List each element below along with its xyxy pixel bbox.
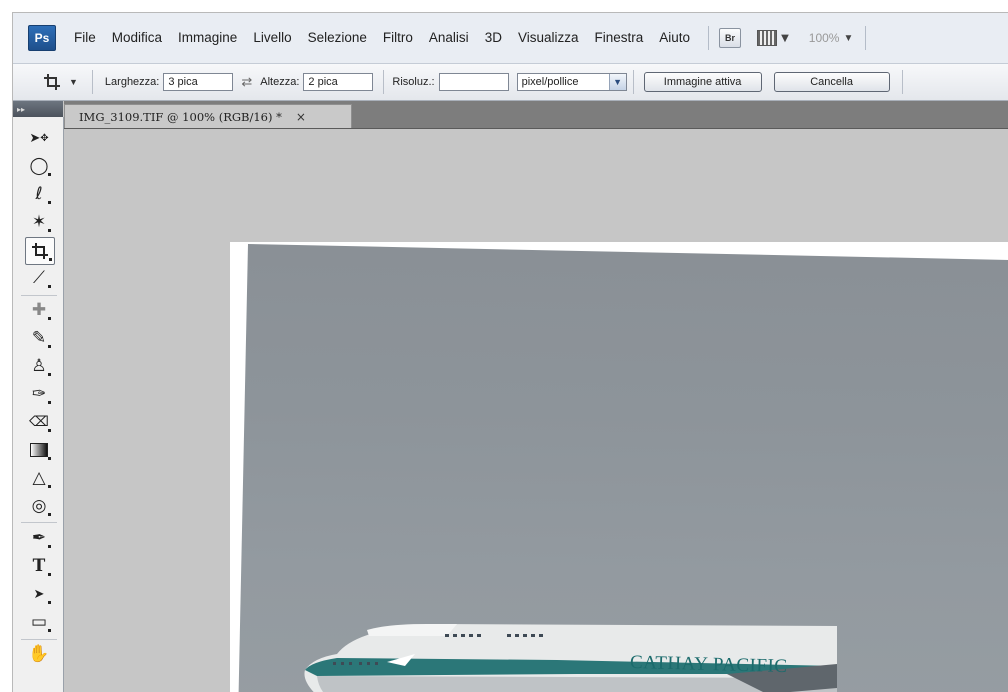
crop-tool-icon[interactable] xyxy=(25,237,55,265)
width-input[interactable]: 3 pica xyxy=(163,73,234,91)
height-input[interactable]: 2 pica xyxy=(303,73,374,91)
width-label: Larghezza: xyxy=(104,76,160,88)
tool-separator xyxy=(21,639,57,640)
front-image-button[interactable]: Immagine attiva xyxy=(643,72,762,92)
healing-glyph: ✚ xyxy=(31,300,47,320)
move-tool-icon[interactable]: ➤ ✥ xyxy=(25,125,53,151)
crop-tool-preset-icon[interactable] xyxy=(41,71,63,93)
photoshop-logo: Ps xyxy=(28,25,56,51)
chevron-down-icon: ▼ xyxy=(781,32,789,44)
eyedropper-tool-icon[interactable]: ⟋ xyxy=(25,265,53,291)
menu-3d[interactable]: 3D xyxy=(477,28,510,48)
resolution-units-value: pixel/pollice xyxy=(521,76,579,88)
dodge-glyph: ◎ xyxy=(31,496,47,516)
dodge-tool-icon[interactable]: ◎ xyxy=(25,493,53,519)
pen-tool-icon[interactable]: ✒ xyxy=(25,525,53,551)
menu-bar: Ps File Modifica Immagine Livello Selezi… xyxy=(13,13,1008,64)
lasso-glyph: ℓ xyxy=(35,184,43,204)
menu-selezione[interactable]: Selezione xyxy=(300,28,375,48)
airline-livery-text: CATHAY PACIFIC xyxy=(629,651,788,678)
menu-items: File Modifica Immagine Livello Selezione… xyxy=(66,28,698,48)
menu-aiuto[interactable]: Aiuto xyxy=(651,28,698,48)
menu-livello[interactable]: Livello xyxy=(245,28,299,48)
zoom-value: 100% xyxy=(808,31,840,45)
swap-dimensions-icon[interactable]: ⇄ xyxy=(241,74,252,90)
options-separator xyxy=(901,70,903,94)
blur-tool-icon[interactable]: △ xyxy=(25,465,53,491)
menu-visualizza[interactable]: Visualizza xyxy=(510,28,587,48)
chevron-down-icon[interactable]: ▼ xyxy=(69,77,78,87)
hand-tool-icon[interactable]: ✋ xyxy=(25,641,53,667)
path-selection-tool-icon[interactable]: ➤ xyxy=(25,581,53,607)
height-label: Altezza: xyxy=(260,76,300,88)
path-selection-glyph: ➤ xyxy=(33,586,45,602)
marquee-glyph: ◯ xyxy=(29,156,49,176)
brush-glyph: ✎ xyxy=(31,328,47,348)
tool-separator xyxy=(21,522,57,523)
marquee-tool-icon[interactable]: ◯ xyxy=(25,153,53,179)
document-tab-strip: IMG_3109.TIF @ 100% (RGB/16) * × xyxy=(64,101,1008,129)
screen-mode-icon xyxy=(757,30,778,46)
brush-tool-icon[interactable]: ✎ xyxy=(25,325,53,351)
magic-wand-tool-icon[interactable]: ✶ xyxy=(25,209,53,235)
document-canvas[interactable]: CATHAY PACIFIC xyxy=(64,129,1008,692)
type-glyph: T xyxy=(32,556,46,576)
hand-glyph: ✋ xyxy=(28,644,50,664)
options-separator xyxy=(91,70,93,94)
gradient-glyph xyxy=(30,443,48,457)
eraser-glyph: ⌫ xyxy=(29,414,49,430)
move-glyph: ➤ xyxy=(29,130,41,146)
healing-brush-tool-icon[interactable]: ✚ xyxy=(25,297,53,323)
type-tool-icon[interactable]: T xyxy=(25,553,53,579)
clear-button[interactable]: Cancella xyxy=(773,72,890,92)
photoshop-window: Ps File Modifica Immagine Livello Selezi… xyxy=(12,12,1008,692)
shape-glyph: ▭ xyxy=(30,612,48,632)
options-bar: ▼ Larghezza: 3 pica ⇄ Altezza: 2 pica Ri… xyxy=(13,64,1008,101)
zoom-dropdown[interactable]: 100% ▼ xyxy=(809,31,854,45)
menu-analisi[interactable]: Analisi xyxy=(421,28,477,48)
menu-finestra[interactable]: Finestra xyxy=(587,28,652,48)
magic-wand-glyph: ✶ xyxy=(31,212,47,232)
options-separator xyxy=(632,70,634,94)
close-icon[interactable]: × xyxy=(296,110,306,124)
history-brush-tool-icon[interactable]: ✑ xyxy=(25,381,53,407)
pen-glyph: ✒ xyxy=(31,528,47,548)
history-brush-glyph: ✑ xyxy=(31,384,47,404)
document-tab-title: IMG_3109.TIF @ 100% (RGB/16) * xyxy=(79,109,282,124)
gradient-tool-icon[interactable] xyxy=(25,437,53,463)
bridge-button[interactable]: Br xyxy=(719,28,742,48)
shape-tool-icon[interactable]: ▭ xyxy=(25,609,53,635)
crop-glyph xyxy=(32,243,48,259)
resolution-label: Risoluz.: xyxy=(392,76,435,88)
lasso-tool-icon[interactable]: ℓ xyxy=(25,181,53,207)
eraser-tool-icon[interactable]: ⌫ xyxy=(25,409,53,435)
options-separator xyxy=(383,70,385,94)
menu-file[interactable]: File xyxy=(66,28,104,48)
clone-stamp-tool-icon[interactable]: ♙ xyxy=(25,353,53,379)
toolbox-collapse-bar[interactable]: ▸▸ xyxy=(13,101,63,117)
tool-separator xyxy=(21,295,57,296)
toolbox: ➤ ✥ ◯ ℓ ✶ ⟋ ✚ ✎ ♙ ✑ ⌫ △ ◎ ✒ T ➤ ▭ ✋ xyxy=(13,117,64,692)
menu-immagine[interactable]: Immagine xyxy=(170,28,245,48)
airplane-image xyxy=(304,624,837,692)
menu-filtro[interactable]: Filtro xyxy=(375,28,421,48)
document-tab[interactable]: IMG_3109.TIF @ 100% (RGB/16) * × xyxy=(64,104,352,128)
eyedropper-glyph: ⟋ xyxy=(33,268,45,288)
menu-modifica[interactable]: Modifica xyxy=(104,28,170,48)
clone-stamp-glyph: ♙ xyxy=(31,356,47,376)
menu-separator xyxy=(708,26,710,50)
chevron-down-icon: ▼ xyxy=(608,74,626,90)
resolution-input[interactable] xyxy=(438,73,509,91)
chevron-down-icon: ▼ xyxy=(843,32,854,44)
blur-glyph: △ xyxy=(32,468,46,488)
menu-separator xyxy=(865,26,867,50)
resolution-units-select[interactable]: pixel/pollice ▼ xyxy=(516,73,627,91)
screen-mode-button[interactable]: ▼ xyxy=(757,30,789,46)
